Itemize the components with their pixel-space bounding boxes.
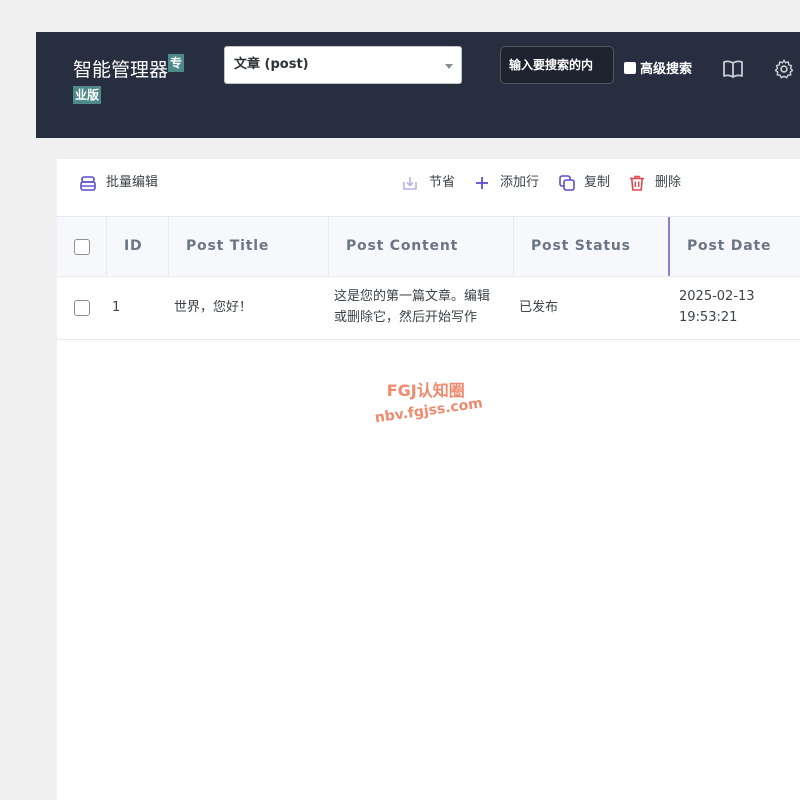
- copy-icon: [559, 175, 575, 191]
- add-row-label: 添加行: [500, 175, 540, 190]
- column-header-post-content[interactable]: Post Content: [328, 217, 514, 276]
- select-all-checkbox[interactable]: [74, 239, 90, 255]
- post-content-line2: 或删除它，然后开始写作: [334, 310, 478, 325]
- delete-label: 删除: [655, 175, 682, 190]
- post-date-line2: 19:53:21: [679, 310, 738, 325]
- post-type-select[interactable]: 文章 (post): [224, 46, 462, 84]
- watermark: FGJ认知圈 nbv.fgjss.com: [355, 367, 499, 428]
- delete-button[interactable]: 删除: [628, 173, 688, 193]
- column-header-post-date[interactable]: Post Date: [668, 217, 800, 276]
- copy-label: 复制: [584, 175, 611, 190]
- post-content-line1: 这是您的第一篇文章。编辑: [334, 289, 491, 304]
- add-row-button[interactable]: 添加行: [473, 173, 545, 193]
- brand-title: 智能管理器: [73, 59, 169, 81]
- post-date-line1: 2025-02-13: [679, 289, 755, 304]
- plus-icon: [476, 177, 488, 189]
- cell-post-content[interactable]: 这是您的第一篇文章。编辑 或删除它，然后开始写作: [334, 286, 509, 328]
- book-icon[interactable]: [721, 58, 745, 80]
- copy-button[interactable]: 复制: [558, 173, 618, 193]
- column-header-id[interactable]: ID: [106, 217, 169, 276]
- top-header-bar: 智能管理器专 业版 文章 (post) 输入要搜索的内 高级搜索: [36, 32, 800, 138]
- trash-icon: [630, 175, 644, 191]
- cell-id[interactable]: 1: [112, 297, 120, 318]
- column-header-post-status[interactable]: Post Status: [513, 217, 669, 276]
- advanced-search-label: 高级搜索: [640, 62, 693, 77]
- advanced-search-checkbox[interactable]: [624, 62, 636, 74]
- bulk-edit-button[interactable]: 批量编辑: [79, 173, 169, 193]
- column-header-post-title[interactable]: Post Title: [168, 217, 329, 276]
- advanced-search-toggle[interactable]: 高级搜索: [624, 59, 696, 80]
- chevron-down-icon: [445, 64, 453, 69]
- post-type-value: 文章 (post): [234, 57, 309, 72]
- cell-post-status[interactable]: 已发布: [519, 297, 558, 318]
- cell-post-date[interactable]: 2025-02-13 19:53:21: [679, 286, 755, 328]
- gear-icon[interactable]: [772, 58, 796, 80]
- table-header: ID Post Title Post Content Post Status P…: [57, 216, 800, 277]
- pro-badge: 专: [168, 54, 185, 72]
- cell-post-title[interactable]: 世界，您好！: [174, 297, 252, 318]
- table-row[interactable]: 1 世界，您好！ 这是您的第一篇文章。编辑 或删除它，然后开始写作 已发布 20…: [57, 277, 800, 340]
- search-input[interactable]: 输入要搜索的内: [500, 46, 614, 84]
- app-brand: 智能管理器专 业版: [73, 54, 193, 118]
- stack-icon: [80, 176, 96, 191]
- watermark-line1: FGJ认知圈: [386, 381, 465, 401]
- search-placeholder: 输入要搜索的内: [509, 58, 594, 72]
- bulk-edit-label: 批量编辑: [106, 175, 159, 190]
- download-icon: [403, 177, 417, 190]
- save-button[interactable]: 节省: [401, 173, 461, 193]
- spreadsheet-panel: 批量编辑 节省 添加行 复制 删除 ID Post Title Post Con…: [57, 159, 800, 800]
- save-label: 节省: [429, 175, 456, 190]
- pro-badge-continued: 业版: [73, 86, 102, 104]
- row-checkbox[interactable]: [74, 300, 90, 316]
